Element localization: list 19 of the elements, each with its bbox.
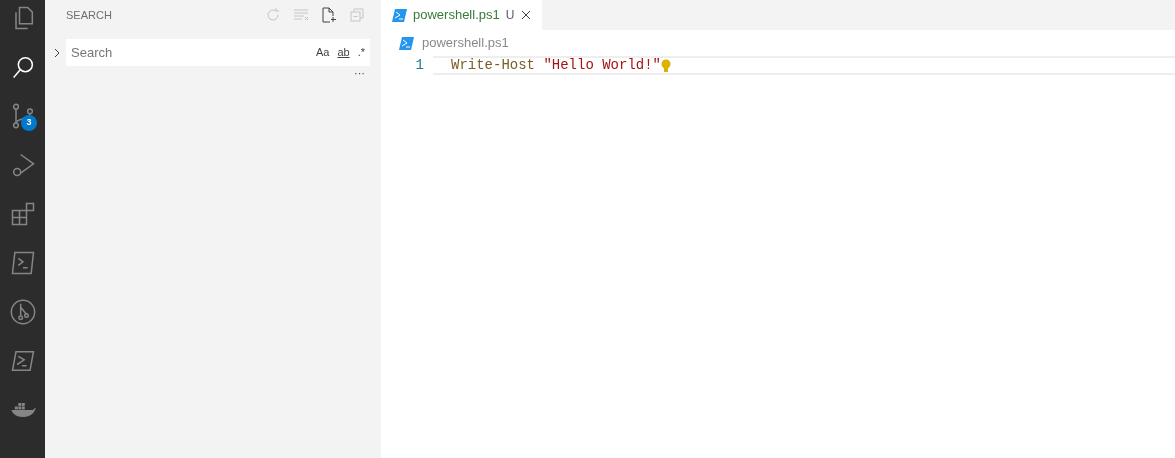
line-number: 1 [414, 56, 425, 75]
search-option-toggle[interactable]: Aa [315, 44, 330, 61]
more-options-toggle[interactable]: ··· [354, 66, 365, 80]
editor-tab[interactable]: powershell.ps1 U [381, 0, 543, 30]
badge: 3 [21, 115, 37, 131]
new-file-icon[interactable] [321, 7, 337, 23]
activity-bar-button[interactable]: 3 [0, 102, 45, 129]
search-option-toggle[interactable]: .* [357, 44, 365, 61]
code-text: Write-Host "Hello World!" [451, 56, 662, 75]
powershell-file-icon [392, 8, 407, 22]
search-field[interactable]: Search Aa ab .* [66, 39, 370, 66]
close-icon[interactable] [520, 9, 533, 21]
powershell-file-icon [399, 36, 414, 50]
breadcrumb[interactable]: powershell.ps1 [422, 33, 509, 53]
sidebar-title: SEARCH [66, 7, 112, 23]
tab-label: powershell.ps1 [413, 6, 500, 25]
tab-status: U [505, 7, 515, 24]
git-graph-icon [8, 297, 37, 326]
search-option-toggle[interactable]: ab [337, 44, 350, 61]
